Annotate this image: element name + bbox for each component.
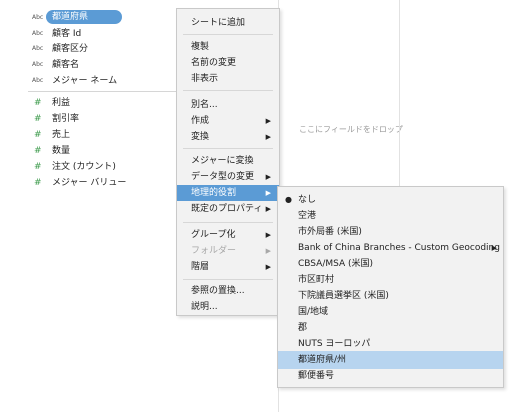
field-measure-values[interactable]: # メジャー バリュー xyxy=(28,176,178,190)
field-label: 顧客名 xyxy=(52,60,80,70)
numeric-type-icon: # xyxy=(34,114,42,124)
field-context-menu: シートに追加 複製 名前の変更 非表示 別名... 作成 ▶ 変換 ▶ メジャー… xyxy=(176,8,280,316)
submenu-arrow-icon: ▶ xyxy=(265,231,271,239)
string-type-icon: Abc xyxy=(32,30,44,37)
field-label: 数量 xyxy=(52,146,71,156)
menu-transform[interactable]: 変換 ▶ xyxy=(177,129,279,145)
submenu-arrow-icon: ▶ xyxy=(265,263,271,271)
menu-geographic-role[interactable]: 地理的役割 ▶ xyxy=(177,185,279,201)
menu-hierarchy[interactable]: 階層 ▶ xyxy=(177,259,279,275)
field-label: 利益 xyxy=(52,98,71,108)
numeric-type-icon: # xyxy=(34,98,42,108)
menu-separator xyxy=(183,34,273,35)
field-quantity[interactable]: # 数量 xyxy=(28,144,178,158)
numeric-type-icon: # xyxy=(34,178,42,188)
field-label: 注文 (カウント) xyxy=(52,162,116,172)
field-order-count[interactable]: # 注文 (カウント) xyxy=(28,160,178,174)
numeric-type-icon: # xyxy=(34,130,42,140)
string-type-icon: Abc xyxy=(32,61,44,68)
menu-group-by[interactable]: グループ化 ▶ xyxy=(177,227,279,243)
menu-create[interactable]: 作成 ▶ xyxy=(177,113,279,129)
field-label: 顧客 Id xyxy=(52,29,82,39)
menu-separator xyxy=(183,222,273,223)
field-label: 顧客区分 xyxy=(52,44,89,54)
menu-change-data-type[interactable]: データ型の変更 ▶ xyxy=(177,169,279,185)
menu-add-to-sheet[interactable]: シートに追加 xyxy=(177,15,279,31)
field-label: メジャー バリュー xyxy=(52,178,127,188)
string-type-icon: Abc xyxy=(32,45,44,52)
menu-replace-references[interactable]: 参照の置換... xyxy=(177,283,279,299)
numeric-type-icon: # xyxy=(34,146,42,156)
menu-folders[interactable]: フォルダー ▶ xyxy=(177,243,279,259)
menu-describe[interactable]: 説明... xyxy=(177,299,279,315)
menu-separator xyxy=(183,279,273,280)
pane-separator xyxy=(28,91,178,92)
selected-field-pill[interactable]: 都道府県 xyxy=(46,10,123,24)
submenu-arrow-icon: ▶ xyxy=(265,117,271,125)
menu-separator xyxy=(183,90,273,91)
geographic-role-submenu: ● なし 空港 市外局番 (米国) Bank of China Branches… xyxy=(277,186,504,388)
menu-hide[interactable]: 非表示 xyxy=(177,71,279,87)
field-label: 売上 xyxy=(52,130,71,140)
submenu-arrow-icon: ▶ xyxy=(265,247,271,255)
field-label: メジャー ネーム xyxy=(52,76,118,86)
submenu-arrow-icon: ▶ xyxy=(265,205,271,213)
submenu-arrow-icon: ▶ xyxy=(265,173,271,181)
menu-duplicate[interactable]: 複製 xyxy=(177,39,279,55)
geo-zip-code[interactable]: 郵便番号 xyxy=(278,367,503,385)
menu-separator xyxy=(183,148,273,149)
field-discount[interactable]: # 割引率 xyxy=(28,112,178,126)
menu-aliases[interactable]: 別名... xyxy=(177,97,279,113)
submenu-arrow-icon: ▶ xyxy=(265,133,271,141)
field-profit[interactable]: # 利益 xyxy=(28,96,178,110)
menu-rename[interactable]: 名前の変更 xyxy=(177,55,279,71)
submenu-arrow-icon: ▶ xyxy=(265,189,271,197)
menu-default-properties[interactable]: 既定のプロパティ ▶ xyxy=(177,201,279,217)
string-type-icon: Abc xyxy=(32,77,44,84)
field-sales[interactable]: # 売上 xyxy=(28,128,178,142)
string-type-icon: Abc xyxy=(32,14,44,21)
menu-convert-to-measure[interactable]: メジャーに変換 xyxy=(177,153,279,169)
numeric-type-icon: # xyxy=(34,162,42,172)
field-label: 割引率 xyxy=(52,114,80,124)
tableau-workspace: Abc 都道府県 Abc 顧客 Id Abc 顧客区分 Abc 顧客名 Abc … xyxy=(0,0,516,412)
drop-hint: ここにフィールドをドロップ xyxy=(299,125,403,134)
